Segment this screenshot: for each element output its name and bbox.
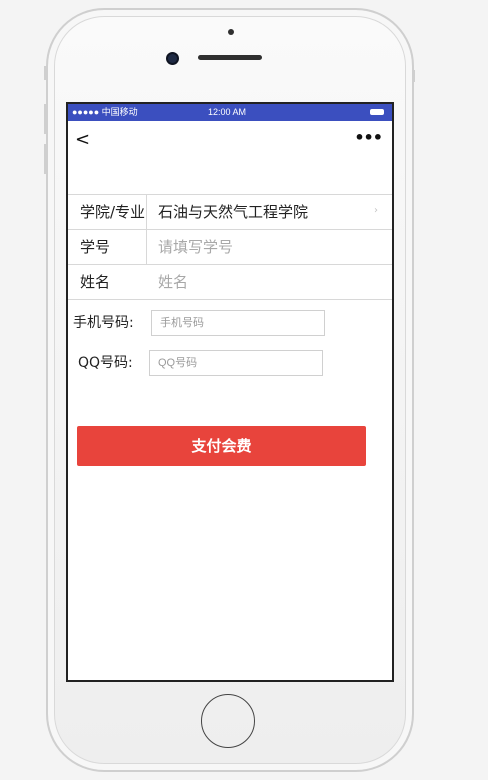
pay-fee-button[interactable]: 支付会费 xyxy=(77,426,366,466)
status-bar: ●●●●● 中国移动 12:00 AM xyxy=(68,104,392,121)
status-time: 12:00 AM xyxy=(208,107,247,117)
name-label: 姓名 xyxy=(80,273,111,291)
member-form: 学院/专业 石油与天然气工程学院 › 学号 请填写学号 姓名 姓名 xyxy=(68,194,392,300)
proximity-sensor xyxy=(228,29,234,35)
row-divider xyxy=(146,195,147,229)
power-button xyxy=(412,70,415,82)
qq-label: QQ号码: xyxy=(78,355,133,371)
carrier-signal: ●●●●● 中国移动 xyxy=(72,107,138,117)
chevron-right-icon: › xyxy=(374,205,378,216)
college-label: 学院/专业 xyxy=(80,203,146,221)
phone-input[interactable]: 手机号码 xyxy=(151,310,325,336)
college-value: 石油与天然气工程学院 xyxy=(158,203,309,221)
student-id-row[interactable]: 学号 请填写学号 xyxy=(68,229,392,264)
more-icon[interactable]: ••• xyxy=(354,130,383,146)
college-row[interactable]: 学院/专业 石油与天然气工程学院 › xyxy=(68,194,392,229)
phone-screen: ●●●●● 中国移动 12:00 AM < ••• 学院/专业 石油与天然气工程… xyxy=(66,102,394,682)
volume-up-button xyxy=(44,104,47,134)
student-id-input[interactable]: 请填写学号 xyxy=(158,230,233,264)
volume-down-button xyxy=(44,144,47,174)
earpiece-speaker xyxy=(198,55,262,60)
home-button[interactable] xyxy=(201,694,255,748)
student-id-label: 学号 xyxy=(80,238,111,256)
back-icon[interactable]: < xyxy=(75,131,90,149)
name-input[interactable]: 姓名 xyxy=(158,265,188,299)
phone-label: 手机号码: xyxy=(73,315,134,331)
qq-input[interactable]: QQ号码 xyxy=(149,350,323,376)
nav-bar: < ••• xyxy=(68,121,392,159)
row-divider xyxy=(146,230,147,264)
front-camera xyxy=(166,52,179,65)
mute-switch xyxy=(44,66,47,80)
name-row[interactable]: 姓名 姓名 xyxy=(68,264,392,300)
battery-icon xyxy=(370,109,384,115)
